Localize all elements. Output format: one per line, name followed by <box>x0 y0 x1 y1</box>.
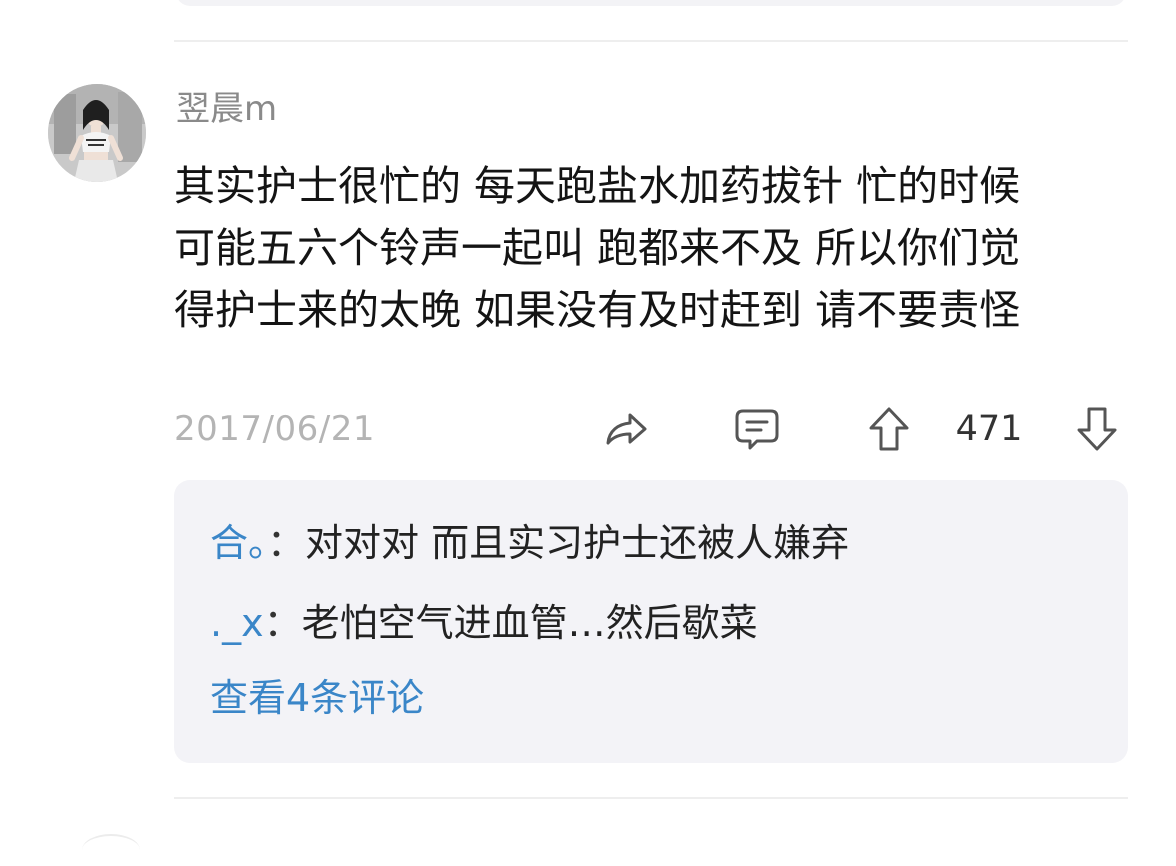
replies-preview[interactable]: 合。：对对对 而且实习护士还被人嫌弃 ._x：老怕空气进血管…然后歇菜 查看4条… <box>174 480 1128 763</box>
divider <box>174 40 1128 42</box>
next-avatar-edge <box>82 834 140 866</box>
reply-button[interactable] <box>732 404 782 454</box>
share-icon <box>606 413 647 445</box>
downvote-button[interactable] <box>1072 404 1122 454</box>
reply-separator: ： <box>263 601 302 645</box>
reply-item[interactable]: 合。：对对对 而且实习护士还被人嫌弃 <box>210 518 849 568</box>
comment-icon <box>735 409 779 450</box>
previous-card-bottom <box>176 0 1126 6</box>
username[interactable]: 翌晨m <box>176 86 277 132</box>
reply-item[interactable]: ._x：老怕空气进血管…然后歇菜 <box>210 598 758 648</box>
arrow-down-icon <box>1077 407 1117 451</box>
comment-line: 其实护士很忙的 每天跑盐水加药拔针 忙的时候 <box>174 162 1021 210</box>
comment-line: 得护士来的太晚 如果没有及时赶到 请不要责怪 <box>174 286 1021 334</box>
view-all-replies-link[interactable]: 查看4条评论 <box>210 673 424 723</box>
reply-text: 老怕空气进血管…然后歇菜 <box>301 601 758 645</box>
upvote-button[interactable] <box>864 404 914 454</box>
reply-author[interactable]: ._x <box>210 601 264 645</box>
reply-author[interactable]: 合。 <box>210 521 267 565</box>
reply-separator: ： <box>267 521 306 565</box>
divider <box>174 797 1128 799</box>
comment-line: 可能五六个铃声一起叫 跑都来不及 所以你们觉 <box>174 224 1021 272</box>
share-button[interactable] <box>601 404 651 454</box>
reply-text: 对对对 而且实习护士还被人嫌弃 <box>305 521 850 565</box>
user-avatar-icon <box>48 84 146 182</box>
avatar[interactable] <box>48 84 146 182</box>
vote-count: 471 <box>955 409 1023 449</box>
post-date: 2017/06/21 <box>174 409 375 449</box>
arrow-up-icon <box>869 407 909 451</box>
comment-text: 其实护士很忙的 每天跑盐水加药拔针 忙的时候 可能五六个铃声一起叫 跑都来不及 … <box>174 155 1114 341</box>
